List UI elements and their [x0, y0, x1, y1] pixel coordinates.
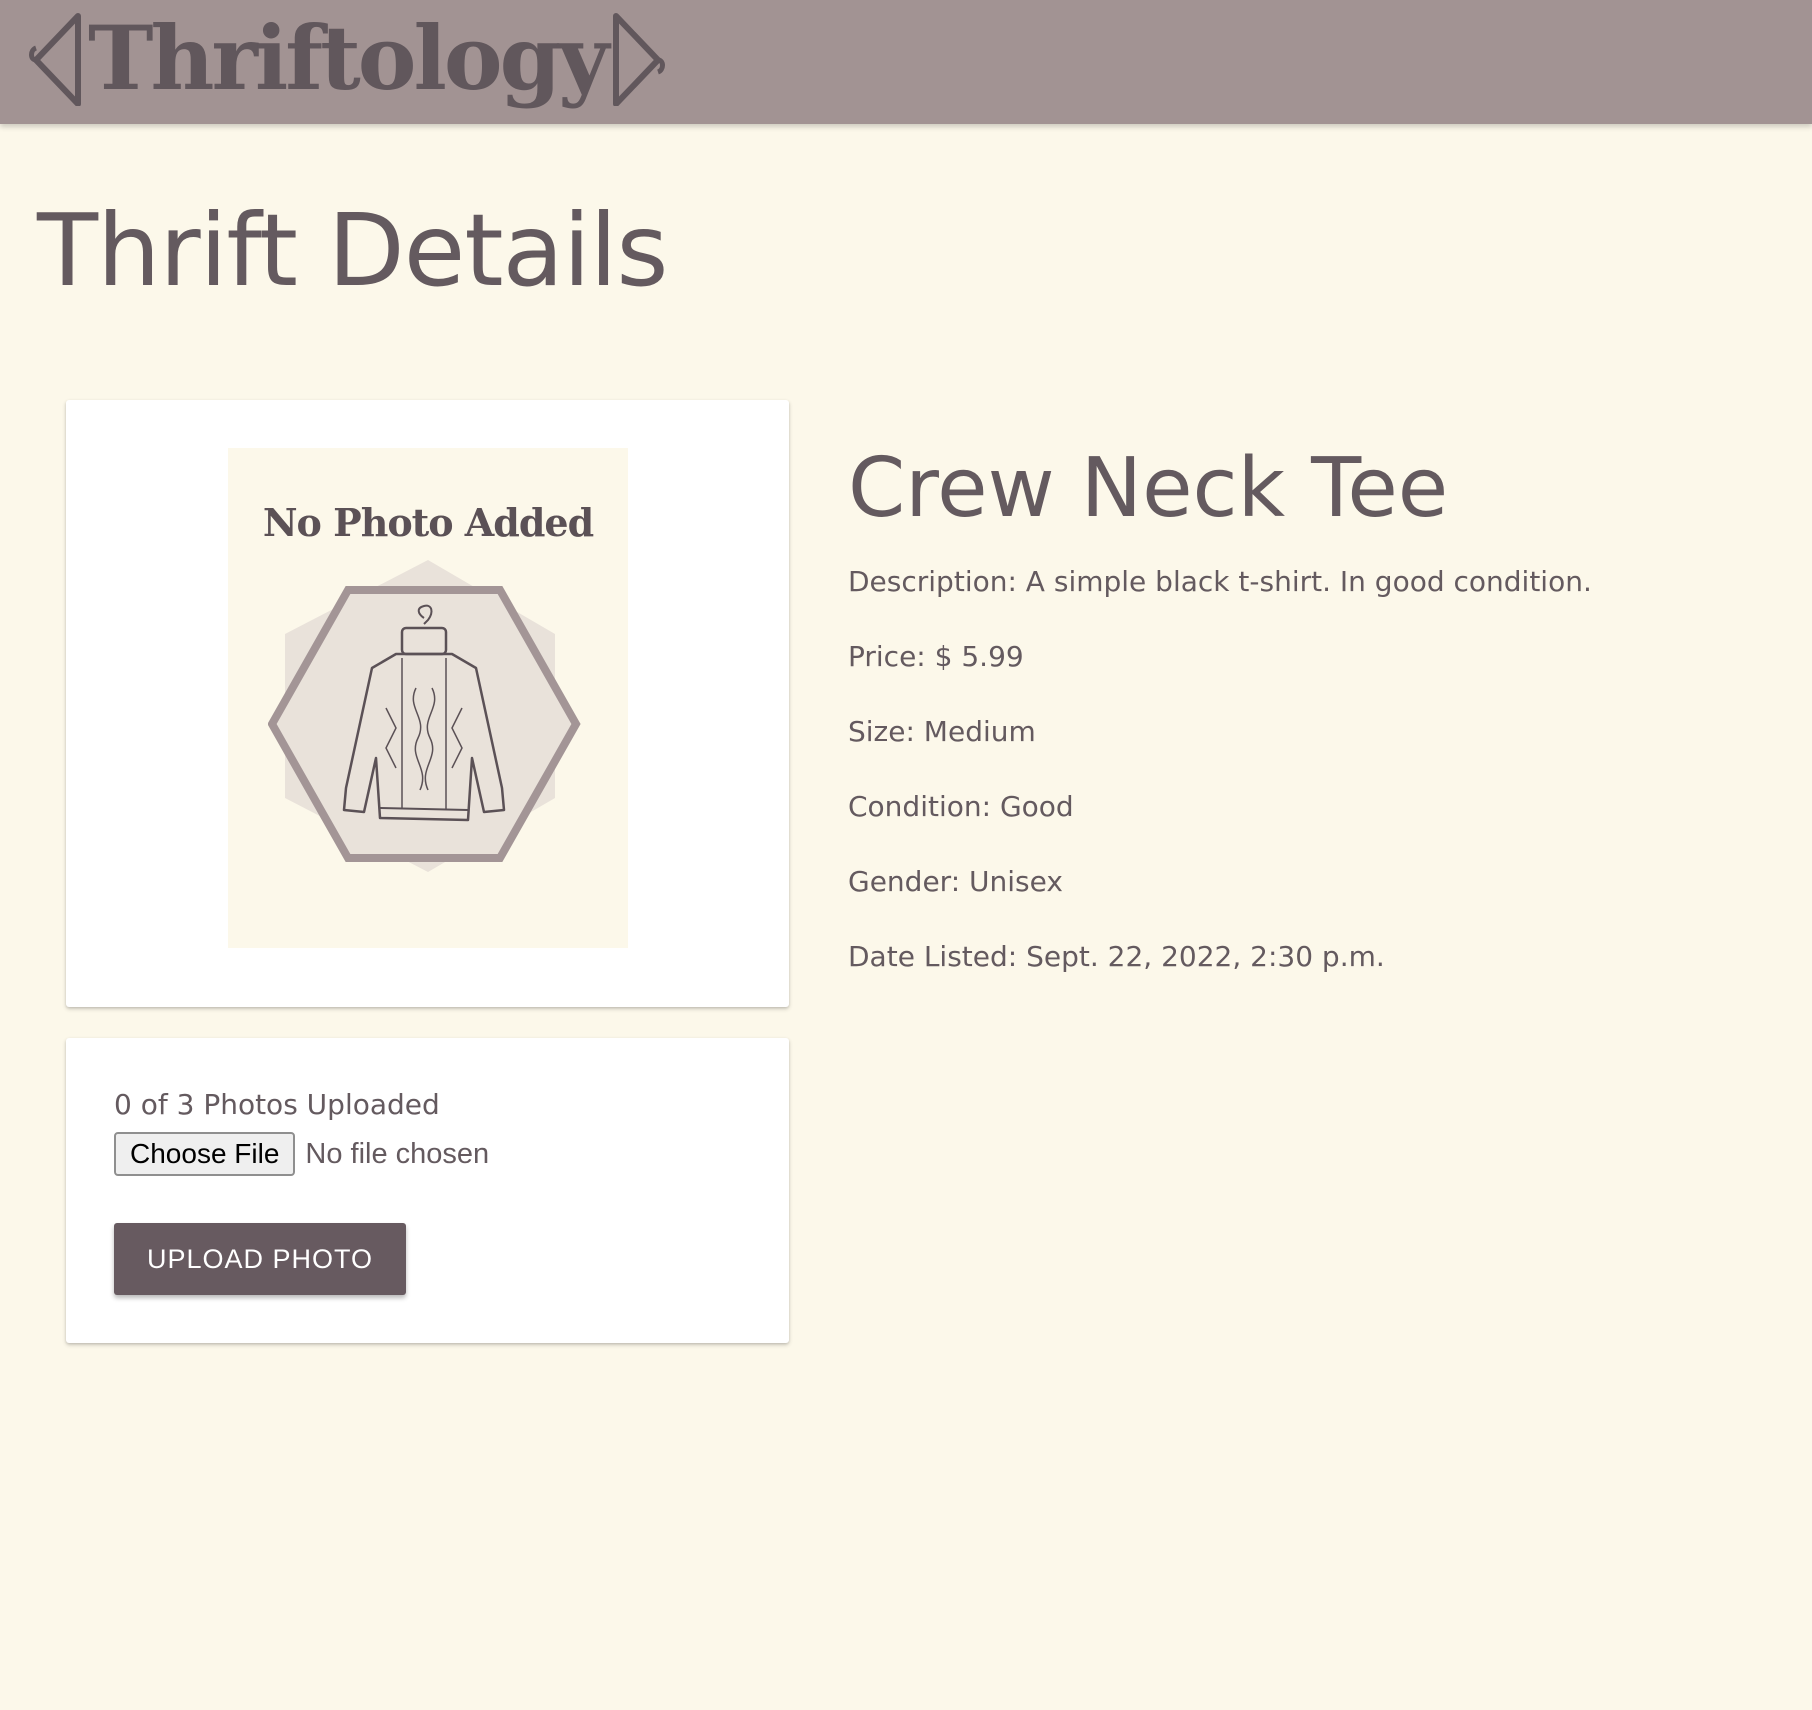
navbar: Thriftology — [0, 0, 1812, 124]
file-input[interactable]: Choose File No file chosen — [114, 1132, 489, 1176]
photo-card: No Photo Added — [66, 400, 789, 1007]
upload-photo-button[interactable]: UPLOAD PHOTO — [114, 1223, 406, 1295]
logo-link[interactable]: Thriftology — [28, 8, 666, 108]
item-name: Crew Neck Tee — [848, 441, 1449, 536]
choose-file-button[interactable]: Choose File — [114, 1132, 296, 1176]
item-gender: Gender: Unisex — [848, 865, 1063, 899]
hanger-right-icon — [613, 13, 666, 106]
page-title: Thrift Details — [37, 192, 668, 309]
item-price: Price: $ 5.99 — [848, 640, 1024, 674]
item-details: Crew Neck Tee Description: A simple blac… — [848, 440, 1768, 1012]
item-size: Size: Medium — [848, 715, 1036, 749]
item-date-listed: Date Listed: Sept. 22, 2022, 2:30 p.m. — [848, 940, 1385, 974]
file-status-text: No file chosen — [305, 1137, 490, 1170]
item-condition: Condition: Good — [848, 790, 1074, 824]
hanger-left-icon — [29, 13, 81, 106]
logo-text: Thriftology — [88, 6, 609, 110]
no-photo-placeholder: No Photo Added — [228, 448, 628, 948]
item-description: Description: A simple black t-shirt. In … — [848, 565, 1592, 599]
sweater-icon — [268, 560, 581, 872]
photo-count-text: 0 of 3 Photos Uploaded — [114, 1088, 440, 1121]
upload-card: 0 of 3 Photos Uploaded Choose File No fi… — [66, 1038, 789, 1343]
placeholder-title: No Photo Added — [262, 500, 594, 545]
